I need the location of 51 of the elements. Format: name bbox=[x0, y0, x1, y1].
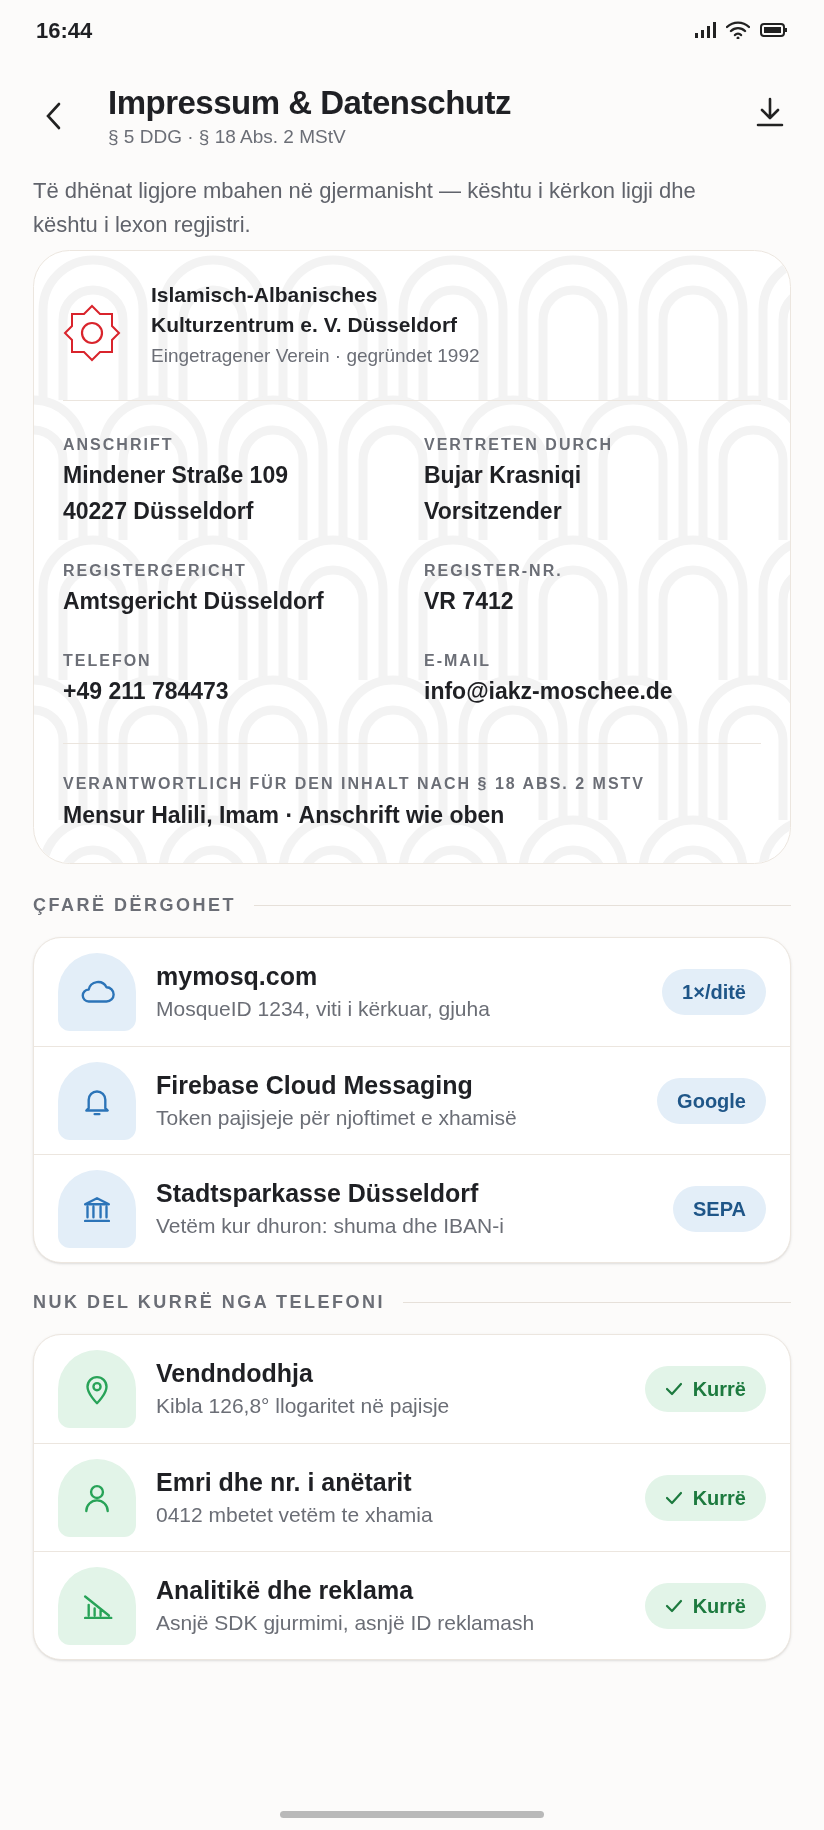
check-icon bbox=[664, 1490, 683, 1505]
field-value: Mensur Halili, Imam · Anschrift wie oben bbox=[63, 801, 506, 830]
field-value: Vorsitzender bbox=[424, 497, 563, 526]
check-icon bbox=[664, 1382, 683, 1396]
section-heading: ÇFARË DËRGOHET bbox=[33, 894, 236, 917]
field-label: REGISTER-NR. bbox=[424, 561, 564, 581]
intro-text: Të dhënat ligjore mbahen në gjermanisht — kështu i kërkon ligji dhe kështu i lexon regjistri. bbox=[32, 177, 697, 239]
field-label: VERANTWORTLICH FÜR DEN INHALT NACH § 18 ABS. 2 MSTV bbox=[63, 773, 646, 794]
check-icon bbox=[664, 1598, 683, 1613]
field-label: ANSCHRIFT bbox=[63, 435, 175, 455]
back-icon bbox=[45, 102, 61, 130]
item-subtitle: 0412 mbetet vetëm te xhamia bbox=[156, 1501, 434, 1528]
item-title: Vendndodhja bbox=[156, 1358, 314, 1389]
field-label: REGISTERGERICHT bbox=[63, 561, 248, 581]
item-title: Firebase Cloud Messaging bbox=[156, 1069, 474, 1101]
field-value: Amtsgericht Düsseldorf bbox=[63, 587, 325, 616]
organization-tagline: Eingetragener Verein · gegründet 1992 bbox=[151, 344, 481, 368]
field-value: Bujar Krasniqi bbox=[424, 461, 583, 490]
page-title: Impressum & Datenschutz bbox=[108, 83, 512, 123]
badge-text: Kurrë bbox=[692, 1593, 746, 1619]
item-title: Analitikë dhe reklama bbox=[156, 1574, 415, 1606]
wifi-icon bbox=[726, 21, 750, 39]
field-value: Mindener Straße 109 bbox=[63, 461, 289, 490]
field-label: E-MAIL bbox=[424, 651, 493, 671]
item-title: mymosq.com bbox=[156, 961, 319, 992]
field-value: 40227 Düsseldorf bbox=[63, 497, 255, 526]
badge-text: Kurrë bbox=[692, 1485, 746, 1511]
item-subtitle: Asnjë SDK gjurmimi, asnjë ID reklamash bbox=[156, 1609, 536, 1636]
item-title: Stadtsparkasse Düsseldorf bbox=[156, 1177, 480, 1209]
field-value: info@iakz-moschee.de bbox=[424, 677, 674, 706]
badge-text: Kurrë bbox=[692, 1377, 746, 1402]
item-subtitle: Token pajisjeje për njoftimet e xhamisë bbox=[156, 1104, 518, 1131]
badge-text: 1×/ditë bbox=[682, 980, 746, 1005]
field-label: TELEFON bbox=[63, 651, 153, 671]
field-value: +49 211 784473 bbox=[63, 677, 230, 706]
item-subtitle: Vetëm kur dhuron: shuma dhe IBAN-i bbox=[156, 1212, 505, 1239]
download-icon bbox=[756, 97, 784, 127]
item-title: Emri dhe nr. i anëtarit bbox=[156, 1466, 413, 1498]
item-subtitle: MosqueID 1234, viti i kërkuar, gjuha bbox=[156, 996, 491, 1022]
section-heading: NUK DEL KURRË NGA TELEFONI bbox=[33, 1291, 385, 1314]
organization-name: Islamisch-Albanisches Kulturzentrum e. V. Düsseldorf bbox=[151, 282, 459, 338]
badge-text: Google bbox=[677, 1088, 746, 1114]
battery-icon bbox=[760, 23, 788, 37]
status-time: 16:44 bbox=[36, 16, 93, 45]
star-emblem-icon bbox=[63, 304, 121, 362]
signal-icon bbox=[694, 22, 716, 38]
badge-text: SEPA bbox=[693, 1196, 746, 1222]
field-label: VERTRETEN DURCH bbox=[424, 435, 615, 455]
field-value: VR 7412 bbox=[424, 587, 515, 616]
page-subtitle: § 5 DDG · § 18 Abs. 2 MStV bbox=[108, 125, 347, 149]
item-subtitle: Kibla 126,8° llogaritet në pajisje bbox=[156, 1393, 451, 1419]
